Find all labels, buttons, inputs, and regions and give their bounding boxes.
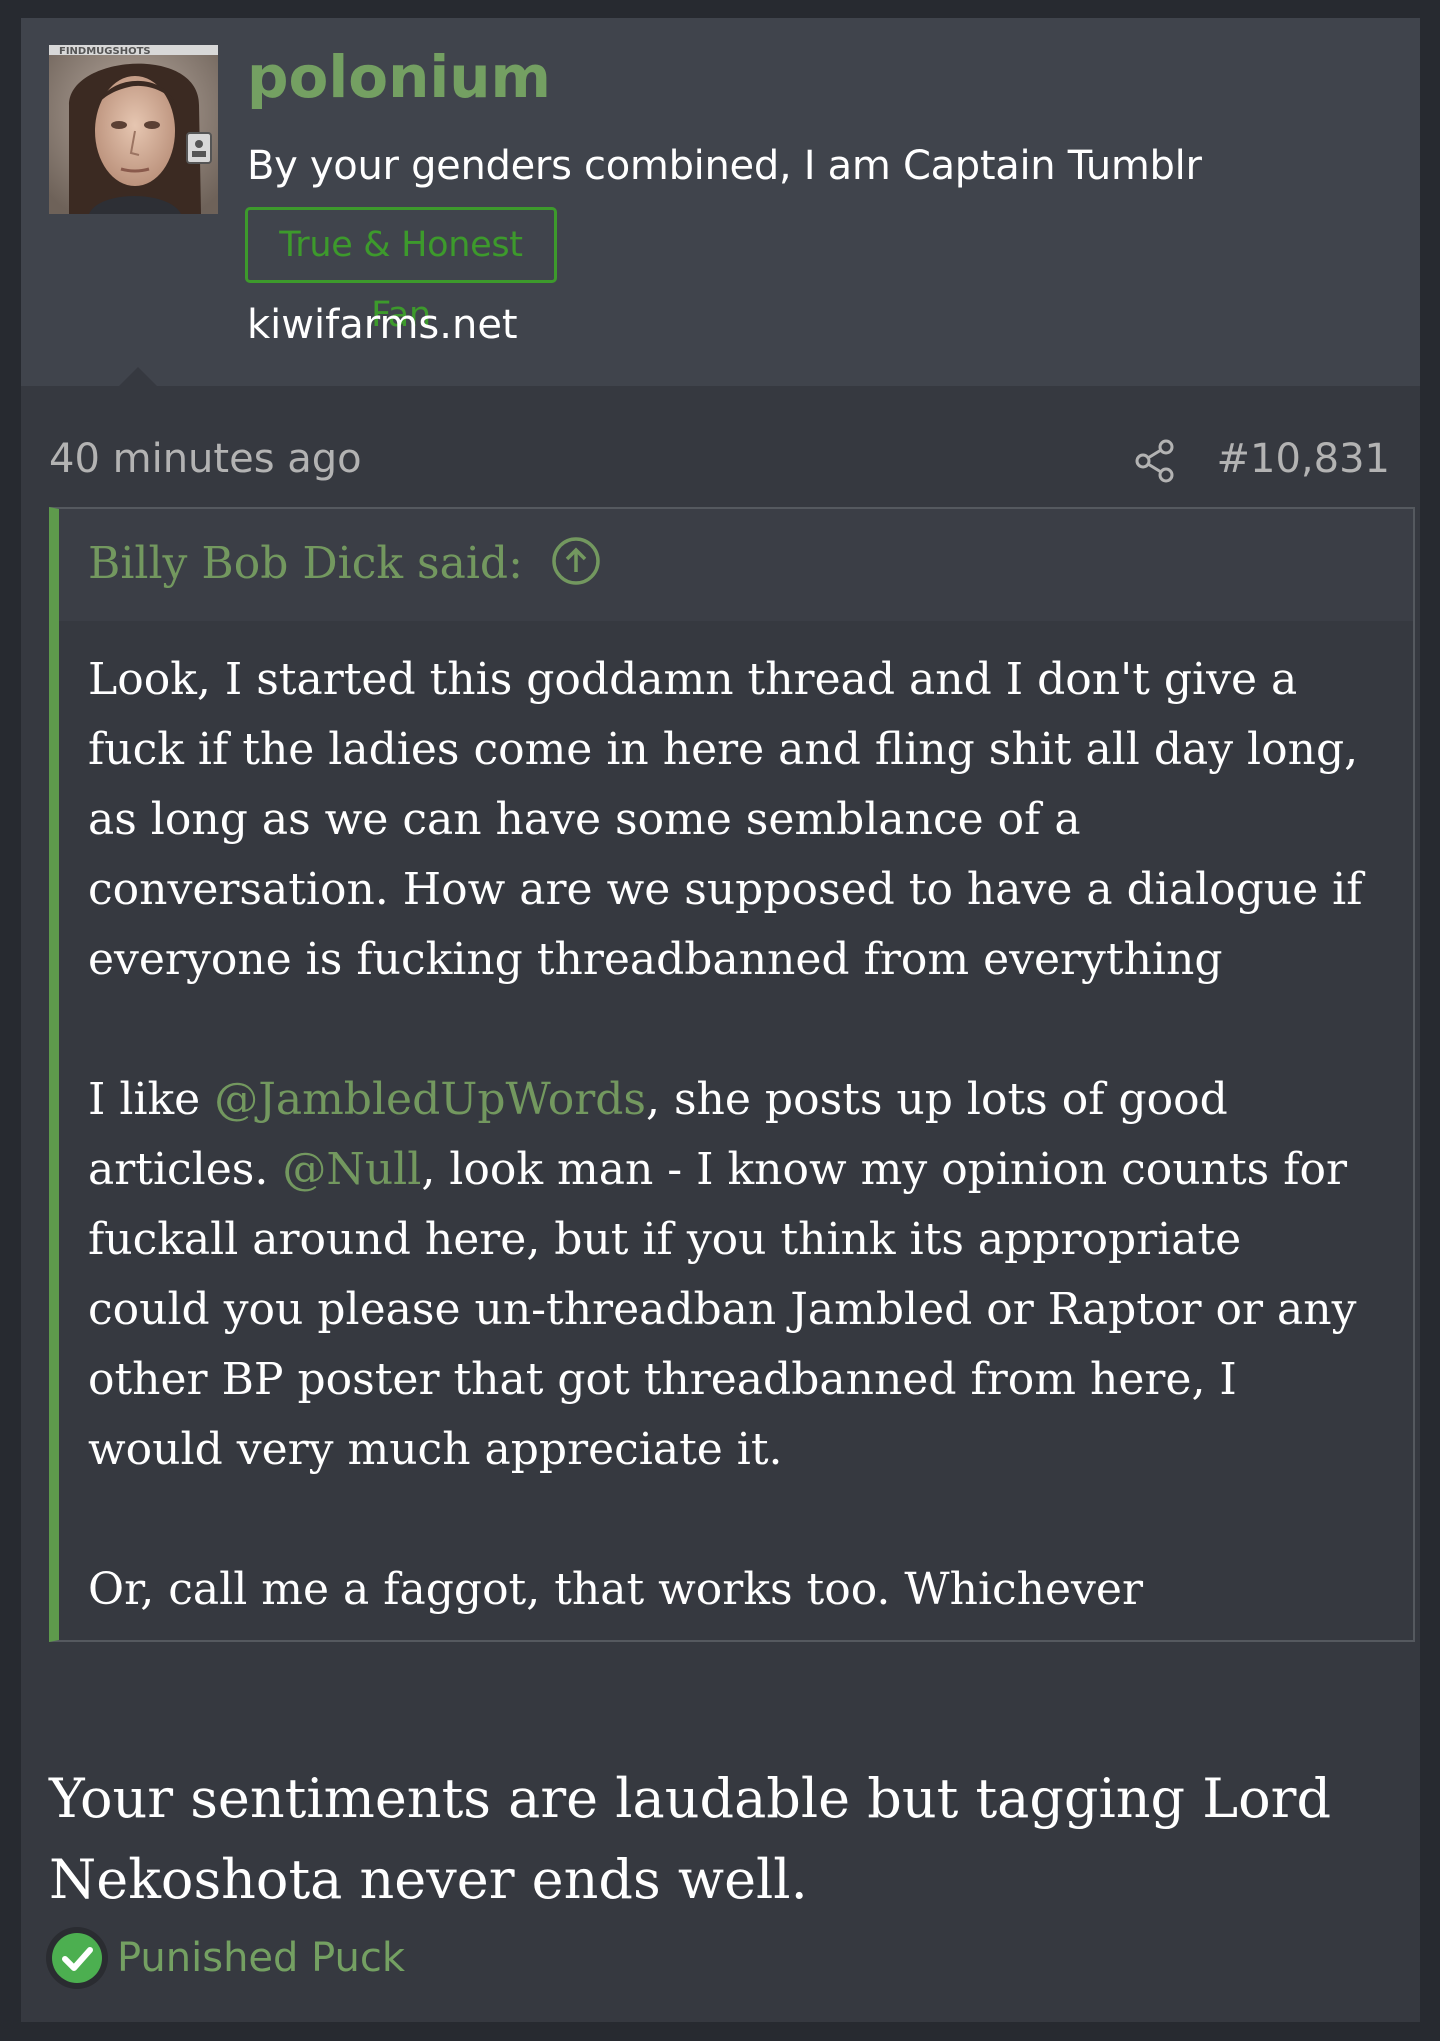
checkmark-icon: [46, 1927, 108, 1989]
quote-line: Or, call me a faggot, that works too. Wh…: [88, 1564, 1143, 1615]
quote-line: I like @JambledUpWords, she posts up lot…: [88, 1065, 1398, 1135]
username[interactable]: polonium: [247, 48, 551, 106]
quote-body: Look, I started this goddamn thread and …: [88, 645, 1398, 1625]
quote-paragraph-1: Look, I started this goddamn thread and …: [88, 645, 1398, 995]
reaction-user-link[interactable]: Punished Puck: [117, 1938, 405, 1978]
quote-line: would very much appreciate it.: [88, 1424, 783, 1475]
user-title: By your genders combined, I am Captain T…: [247, 143, 1202, 189]
svg-text:FINDMUGSHOTS: FINDMUGSHOTS: [59, 46, 151, 57]
post-number[interactable]: #10,831: [1217, 439, 1390, 479]
user-site: kiwifarms.net: [247, 302, 518, 348]
user-avatar[interactable]: FINDMUGSHOTS: [49, 45, 218, 214]
quote-text: , she posts up lots of good: [646, 1074, 1228, 1125]
reply-line: Nekoshota never ends well.: [49, 1848, 808, 1911]
quote-text: articles.: [88, 1144, 283, 1195]
quote-paragraph-2: I like @JambledUpWords, she posts up lot…: [88, 1065, 1398, 1485]
quote-line: articles. @Null, look man - I know my op…: [88, 1135, 1398, 1205]
quote-paragraph-3: Or, call me a faggot, that works too. Wh…: [88, 1555, 1398, 1625]
post-timestamp[interactable]: 40 minutes ago: [49, 439, 362, 479]
header-arrow: [119, 367, 157, 386]
quote-line: could you please un-threadban Jambled or…: [88, 1284, 1357, 1335]
quote-line: everyone is fucking threadbanned from ev…: [88, 934, 1223, 985]
mention-link[interactable]: @JambledUpWords: [214, 1074, 646, 1125]
user-banner: True & Honest Fan: [245, 207, 557, 335]
quote-line: Look, I started this goddamn thread and …: [88, 654, 1298, 705]
quote-line: fuck if the ladies come in here and flin…: [88, 724, 1359, 775]
arrow-up-circle-icon[interactable]: [551, 536, 601, 586]
quote-line: other BP poster that got threadbanned fr…: [88, 1354, 1237, 1405]
reply-line: Your sentiments are laudable but tagging…: [49, 1767, 1332, 1830]
quote-line: conversation. How are we supposed to hav…: [88, 864, 1363, 915]
quote-author[interactable]: Billy Bob Dick said:: [88, 538, 523, 591]
quote-block: Billy Bob Dick said: Look, I started thi…: [49, 507, 1415, 1642]
avatar-image: FINDMUGSHOTS: [49, 45, 218, 214]
quote-line: fuckall around here, but if you think it…: [88, 1214, 1242, 1265]
post-card: FINDMUGSHOTS polonium By your genders co…: [21, 18, 1420, 2022]
mention-link[interactable]: @Null: [282, 1144, 421, 1195]
post-meta: 40 minutes ago #10,831: [21, 386, 1420, 486]
post-user-header: FINDMUGSHOTS polonium By your genders co…: [21, 18, 1420, 386]
quote-text: I like: [88, 1074, 215, 1125]
quote-line: as long as we can have some semblance of…: [88, 794, 1081, 845]
quote-text: , look man - I know my opinion counts fo…: [421, 1144, 1348, 1195]
quote-header: Billy Bob Dick said:: [59, 509, 1413, 621]
reply-body: Your sentiments are laudable but tagging…: [49, 1758, 1331, 1920]
share-icon[interactable]: [1133, 438, 1177, 484]
